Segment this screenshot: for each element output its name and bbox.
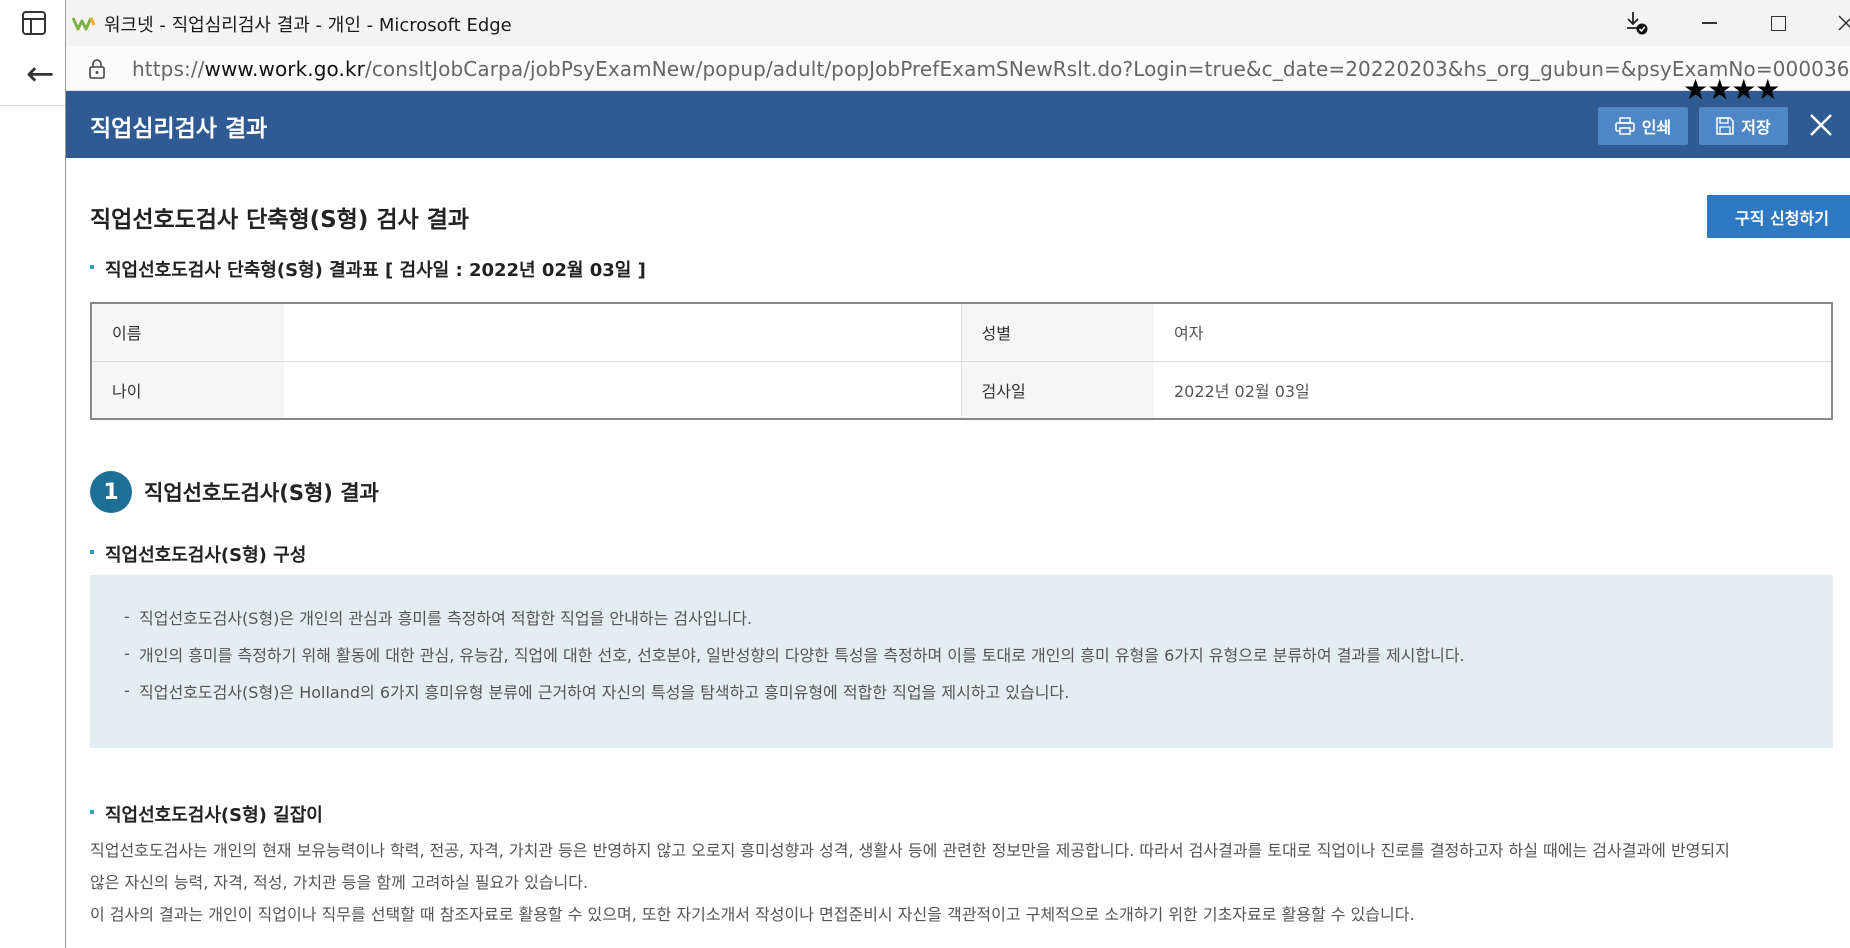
composition-list: 직업선호도검사(S형)은 개인의 관심과 흥미를 측정하여 적합한 직업을 안내… [124,607,1465,720]
guide-text: 직업선호도검사는 개인의 현재 보유능력이나 학력, 전공, 자격, 가치관 등… [90,835,1833,931]
url-text[interactable]: https://www.work.go.kr/consltJobCarpa/jo… [132,57,1850,81]
guide-title: 직업선호도검사(S형) 길잡이 [90,801,323,827]
divider [0,105,66,106]
close-popup-button[interactable] [1806,110,1836,140]
composition-title: 직업선호도검사(S형) 구성 [90,541,306,567]
name-value-cell [406,303,962,361]
save-button[interactable]: 저장 [1699,107,1788,145]
close-icon [1838,15,1850,31]
downloads-button[interactable] [1618,8,1658,38]
minimize-icon [1701,22,1717,24]
result-table-title: 직업선호도검사 단축형(S형) 결과표 [ 검사일 : 2022년 02월 03… [90,256,646,282]
exam-date-value: 2022년 02월 03일 [1154,360,1832,419]
gender-value: 여자 [1174,324,1204,344]
age-value-cell [406,360,962,419]
composition-box: 직업선호도검사(S형)은 개인의 관심과 흥미를 측정하여 적합한 직업을 안내… [90,575,1833,748]
list-item: 직업선호도검사(S형)은 개인의 관심과 흥미를 측정하여 적합한 직업을 안내… [124,607,1465,629]
personal-info-table: 이름 성별 여자 나이 검사일 2022년 02월 03일 [90,302,1833,420]
url-path: /consltJobCarpa/jobPsyExamNew/popup/adul… [365,57,1850,81]
printer-icon [1615,117,1635,135]
address-bar[interactable]: https://www.work.go.kr/consltJobCarpa/jo… [66,46,1850,91]
name-value [284,303,406,361]
section-number-badge: 1 [90,471,132,513]
window-title: 워크넷 - 직업심리검사 결과 - 개인 - Microsoft Edge [104,15,512,36]
maximize-icon [1770,15,1786,31]
worknet-logo-icon [72,17,96,31]
list-item: 직업선호도검사(S형)은 Holland의 6가지 흥미유형 분류에 근거하여 … [124,681,1465,703]
table-row: 나이 검사일 2022년 02월 03일 [91,360,1832,419]
table-row: 이름 성별 여자 [91,303,1832,361]
section-title: 직업선호도검사(S형) 결과 [144,481,379,505]
star-rating-overlay: ★★★★ [1683,73,1780,106]
back-arrow-icon[interactable]: ← [26,57,55,91]
save-label: 저장 [1741,118,1771,137]
popup-window: 워크넷 - 직업심리검사 결과 - 개인 - Microsoft Edge ht… [65,0,1850,948]
popup-header: 직업심리검사 결과 인쇄 저장 [66,91,1850,158]
list-item: 개인의 흥미를 측정하기 위해 활동에 대한 관심, 유능감, 직업에 대한 선… [124,644,1465,666]
maximize-button[interactable] [1758,8,1798,38]
minimize-button[interactable] [1689,8,1729,38]
download-check-icon [1627,12,1648,35]
floppy-disk-icon [1716,117,1735,135]
tab-actions-icon[interactable] [22,11,46,35]
exam-date-label: 검사일 [960,360,1154,419]
print-label: 인쇄 [1641,118,1672,137]
print-button[interactable]: 인쇄 [1598,107,1688,145]
age-label: 나이 [91,360,284,419]
age-value [284,360,406,419]
window-titlebar: 워크넷 - 직업심리검사 결과 - 개인 - Microsoft Edge [66,0,1850,46]
guide-paragraph: 직업선호도검사는 개인의 현재 보유능력이나 학력, 전공, 자격, 가치관 등… [90,841,1730,860]
guide-paragraph: 않은 자신의 능력, 자격, 적성, 가치관 등을 함께 고려하실 필요가 있습… [90,873,589,892]
name-label: 이름 [91,303,284,361]
popup-title: 직업심리검사 결과 [90,116,268,142]
url-prefix: https:// [132,57,205,81]
page-title: 직업선호도검사 단축형(S형) 검사 결과 [90,207,470,233]
guide-paragraph: 이 검사의 결과는 개인이 직업이나 직무를 선택할 때 참조자료로 활용할 수… [90,905,1415,924]
window-close-button[interactable] [1826,8,1850,38]
lock-icon[interactable] [88,58,106,80]
apply-job-button[interactable]: 구직 신청하기 [1707,195,1850,238]
url-domain: www.work.go.kr [204,57,365,81]
background-browser-window: ← [0,0,66,948]
gender-label: 성별 [960,303,1154,361]
